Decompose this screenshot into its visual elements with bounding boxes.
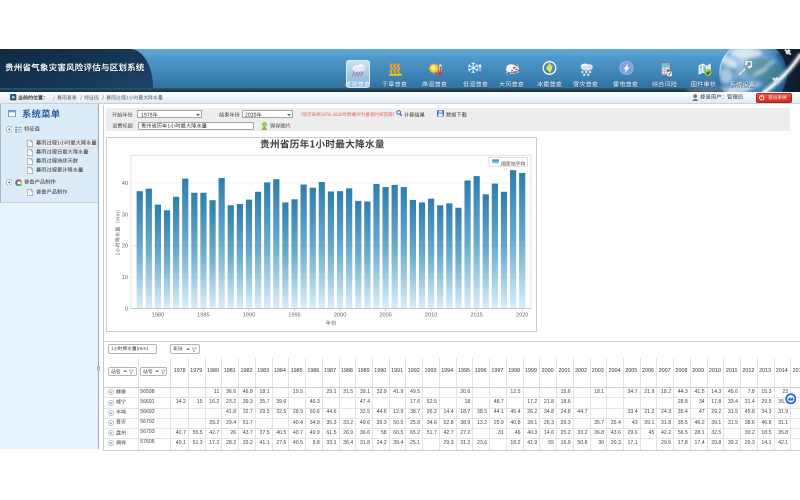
svg-text:1995: 1995 [288,313,300,319]
svg-text:40: 40 [122,181,128,187]
svg-text:2010: 2010 [425,313,437,319]
svg-text:2015: 2015 [470,313,482,319]
svg-text:0: 0 [125,306,128,312]
svg-text:1985: 1985 [197,313,209,319]
svg-text:2000: 2000 [334,313,346,319]
svg-text:10: 10 [122,275,128,281]
svg-text:1980: 1980 [152,313,164,319]
svg-text:20: 20 [122,244,128,250]
svg-text:2020: 2020 [516,313,528,319]
svg-text:2005: 2005 [379,313,391,319]
svg-text:1990: 1990 [243,313,255,319]
svg-text:30: 30 [122,212,128,218]
